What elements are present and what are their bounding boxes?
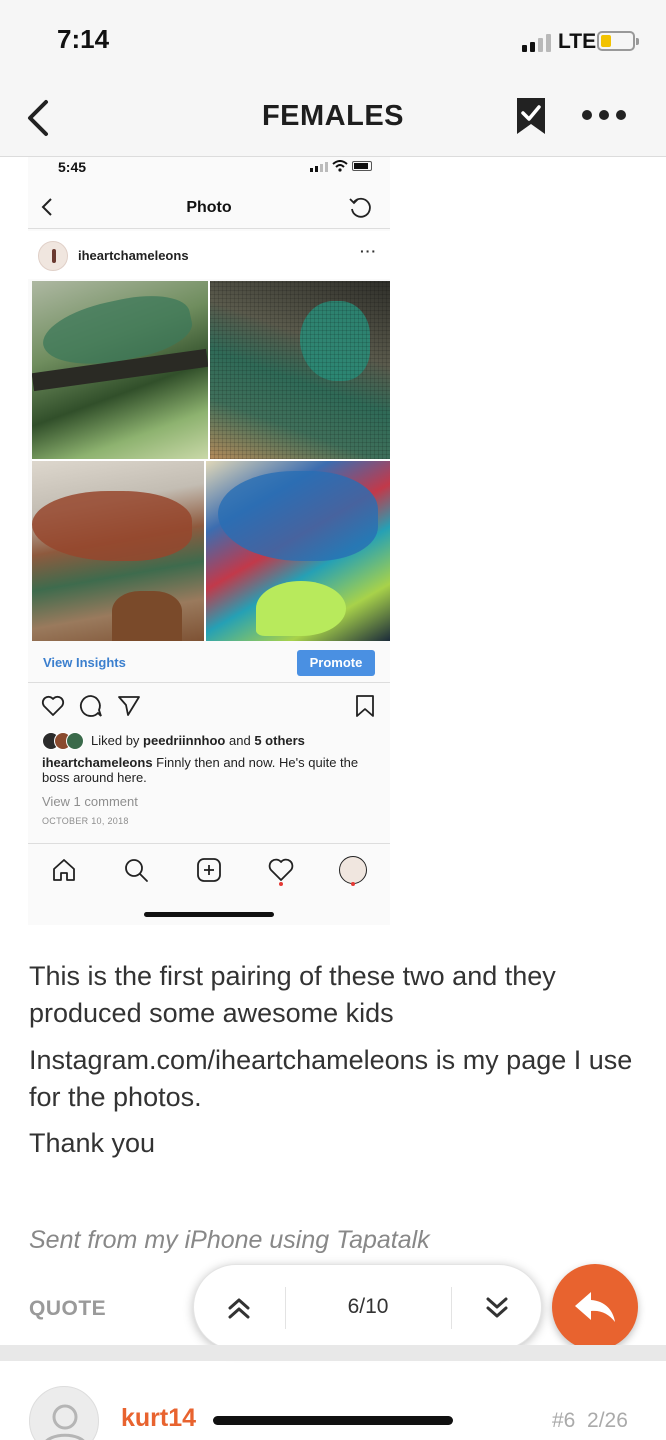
- double-chevron-up-icon[interactable]: [224, 1293, 254, 1323]
- embedded-action-row: [28, 689, 390, 723]
- activity-notification-dot: [279, 882, 283, 886]
- more-dots-icon: [582, 110, 592, 120]
- caption-username[interactable]: iheartchameleons: [42, 755, 153, 770]
- add-post-icon: [197, 858, 221, 882]
- embedded-refresh-icon: [349, 197, 371, 218]
- embedded-photo-header: Photo: [28, 185, 390, 229]
- comment-icon[interactable]: [78, 693, 104, 719]
- attached-screenshot[interactable]: 5:45 Photo iheartchameleons ··· View Ins…: [28, 157, 390, 925]
- liked-avatars: [42, 732, 88, 750]
- post-signature: Sent from my iPhone using Tapatalk: [29, 1226, 430, 1254]
- page-indicator[interactable]: 6/10: [294, 1295, 442, 1319]
- chameleon-photo-4: [206, 461, 390, 641]
- embedded-tab-bar: [28, 843, 390, 925]
- liked-by-row: Liked by peedriinnhoo and 5 others: [42, 731, 382, 751]
- status-time: 7:14: [57, 24, 110, 54]
- post-paragraph-2: Instagram.com/iheartchameleons is my pag…: [29, 1045, 633, 1112]
- post-number: #6: [552, 1409, 576, 1432]
- home-icon: [53, 859, 75, 881]
- embedded-status-time: 5:45: [58, 159, 87, 175]
- quote-button[interactable]: QUOTE: [29, 1297, 106, 1321]
- user-icon: [45, 1404, 85, 1440]
- search-icon: [125, 859, 148, 882]
- battery-icon: [597, 31, 639, 51]
- next-post-meta: #6 2/26: [552, 1409, 628, 1433]
- embedded-caption: iheartchameleons Finnly then and now. He…: [42, 755, 372, 785]
- embedded-username: iheartchameleons: [78, 248, 189, 263]
- profile-notification-dot: [351, 882, 355, 886]
- liked-by-text: Liked by peedriinnhoo and 5 others: [91, 733, 305, 748]
- embedded-signal-icon: [310, 162, 328, 172]
- embedded-photo-title: Photo: [186, 199, 232, 216]
- reply-arrow-icon: [575, 1292, 615, 1322]
- chameleon-photo-collage: [32, 281, 390, 641]
- redacted-bar: [213, 1416, 453, 1425]
- home-indicator: [144, 912, 274, 917]
- bookmark-check-icon: [517, 98, 545, 134]
- save-icon[interactable]: [352, 693, 378, 719]
- network-label: LTE: [558, 30, 597, 53]
- activity-heart-icon: [268, 858, 294, 881]
- share-icon[interactable]: [116, 693, 142, 719]
- promote-button[interactable]: Promote: [297, 650, 375, 676]
- embedded-post-date: OCTOBER 10, 2018: [42, 816, 129, 826]
- chameleon-photo-1: [32, 281, 208, 459]
- reply-button[interactable]: [552, 1264, 638, 1350]
- chameleon-photo-2: [210, 281, 390, 459]
- page-title: FEMALES: [261, 100, 405, 132]
- view-insights-link[interactable]: View Insights: [43, 655, 126, 670]
- liked-others[interactable]: 5 others: [254, 733, 305, 748]
- embedded-wifi-icon: [332, 160, 348, 172]
- view-comment-link[interactable]: View 1 comment: [42, 794, 138, 809]
- double-chevron-down-icon[interactable]: [482, 1293, 512, 1323]
- chameleon-photo-3: [32, 461, 204, 641]
- embedded-more-icon: ···: [360, 243, 377, 259]
- next-post-username[interactable]: kurt14: [121, 1404, 196, 1433]
- post-date: 2/26: [587, 1409, 628, 1432]
- avatar[interactable]: [29, 1386, 99, 1440]
- heart-icon[interactable]: [40, 693, 66, 719]
- post-divider: [0, 1345, 666, 1361]
- insights-row: View Insights Promote: [28, 643, 390, 683]
- more-options-button[interactable]: [580, 108, 628, 122]
- profile-avatar-icon: [339, 856, 367, 884]
- app-top-bar: 7:14 LTE FEMALES: [0, 0, 666, 157]
- embedded-battery-icon: [352, 161, 372, 171]
- liked-user[interactable]: peedriinnhoo: [143, 733, 225, 748]
- cellular-signal-icon: [522, 34, 552, 52]
- embedded-post-header: iheartchameleons ···: [28, 231, 390, 279]
- page-navigator: 6/10: [193, 1264, 542, 1350]
- post-paragraph-1: This is the first pairing of these two a…: [29, 961, 556, 1028]
- embedded-avatar: [38, 241, 68, 271]
- bookmark-button[interactable]: [514, 96, 548, 136]
- post-paragraph-3: Thank you: [29, 1128, 156, 1158]
